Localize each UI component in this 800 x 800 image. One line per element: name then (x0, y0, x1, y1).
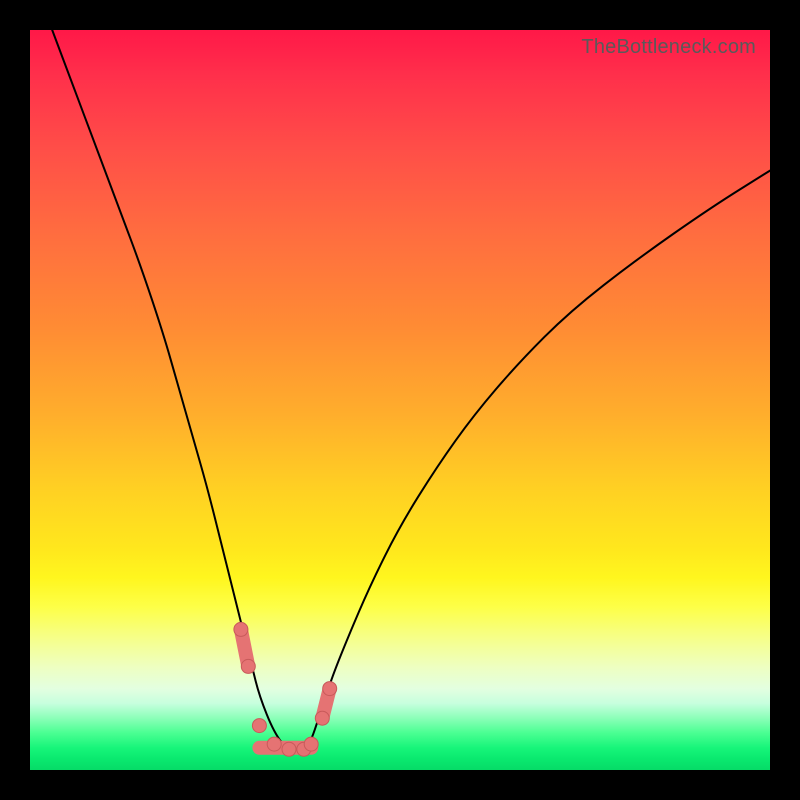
bottleneck-curve-svg (30, 30, 770, 770)
plot-area: TheBottleneck.com (30, 30, 770, 770)
trough-marker-dot (267, 737, 281, 751)
curve-layer (52, 30, 770, 752)
bottleneck-curve-line (52, 30, 770, 752)
trough-marker-dot (323, 682, 337, 696)
marker-layer (234, 622, 337, 756)
chart-frame: TheBottleneck.com (0, 0, 800, 800)
trough-marker-dot (241, 659, 255, 673)
trough-marker-dot (252, 719, 266, 733)
trough-marker-dot (234, 622, 248, 636)
trough-marker-dot (282, 742, 296, 756)
trough-marker-dot (315, 711, 329, 725)
trough-marker-dot (304, 737, 318, 751)
